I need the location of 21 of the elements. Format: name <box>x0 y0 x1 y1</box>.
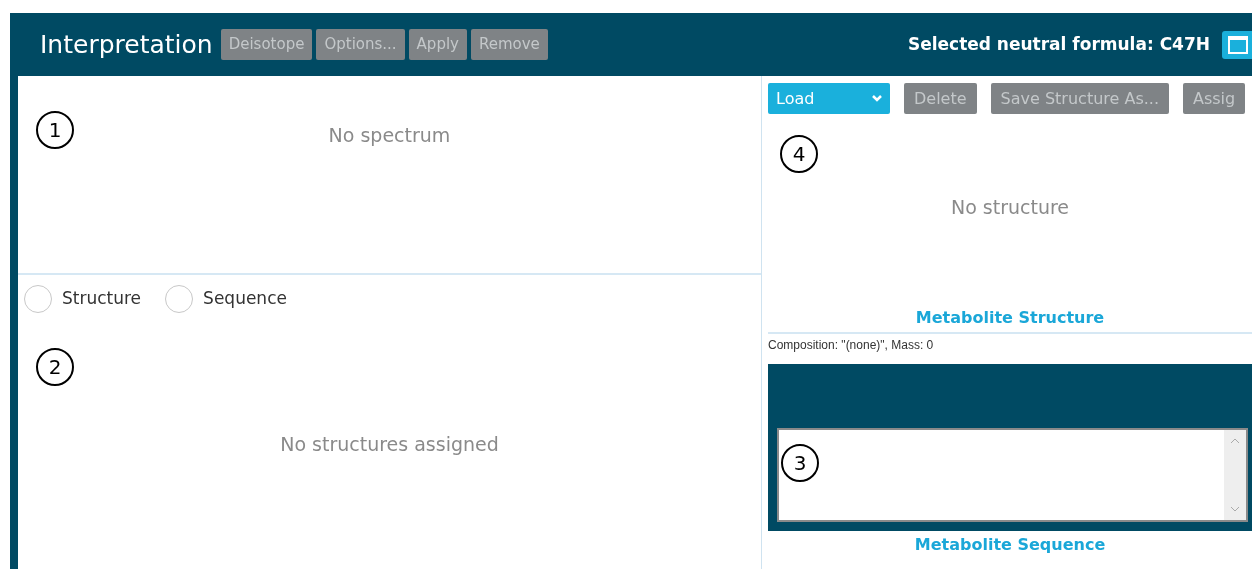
window-icon[interactable] <box>1222 30 1252 59</box>
scroll-up-icon[interactable] <box>1230 437 1240 444</box>
empty-message: No structures assigned <box>280 432 499 457</box>
callout-number: 4 <box>780 135 818 173</box>
radio-option[interactable]: Sequence <box>165 285 287 313</box>
callout-number: 3 <box>781 443 819 482</box>
window-title: Interpretation <box>40 28 213 61</box>
empty-message: No structure <box>950 195 1070 220</box>
callout-number: 1 <box>36 111 74 149</box>
composition-label: Composition: "(none)", Mass: 0 <box>768 336 935 354</box>
section-caption: Metabolite Structure <box>915 306 1105 329</box>
radio-option[interactable]: Structure <box>24 285 142 313</box>
section-caption: Metabolite Sequence <box>914 533 1106 556</box>
sequence-field[interactable]: 3 <box>777 427 1248 522</box>
scrollbar[interactable] <box>1224 429 1246 520</box>
caret-icon <box>872 95 882 102</box>
empty-message: No spectrum <box>328 123 451 148</box>
formula-label: Selected neutral formula: C47H <box>907 32 1210 56</box>
callout-number: 2 <box>36 348 74 386</box>
scroll-down-icon[interactable] <box>1230 505 1240 512</box>
load-dropdown[interactable]: Load <box>768 83 890 114</box>
